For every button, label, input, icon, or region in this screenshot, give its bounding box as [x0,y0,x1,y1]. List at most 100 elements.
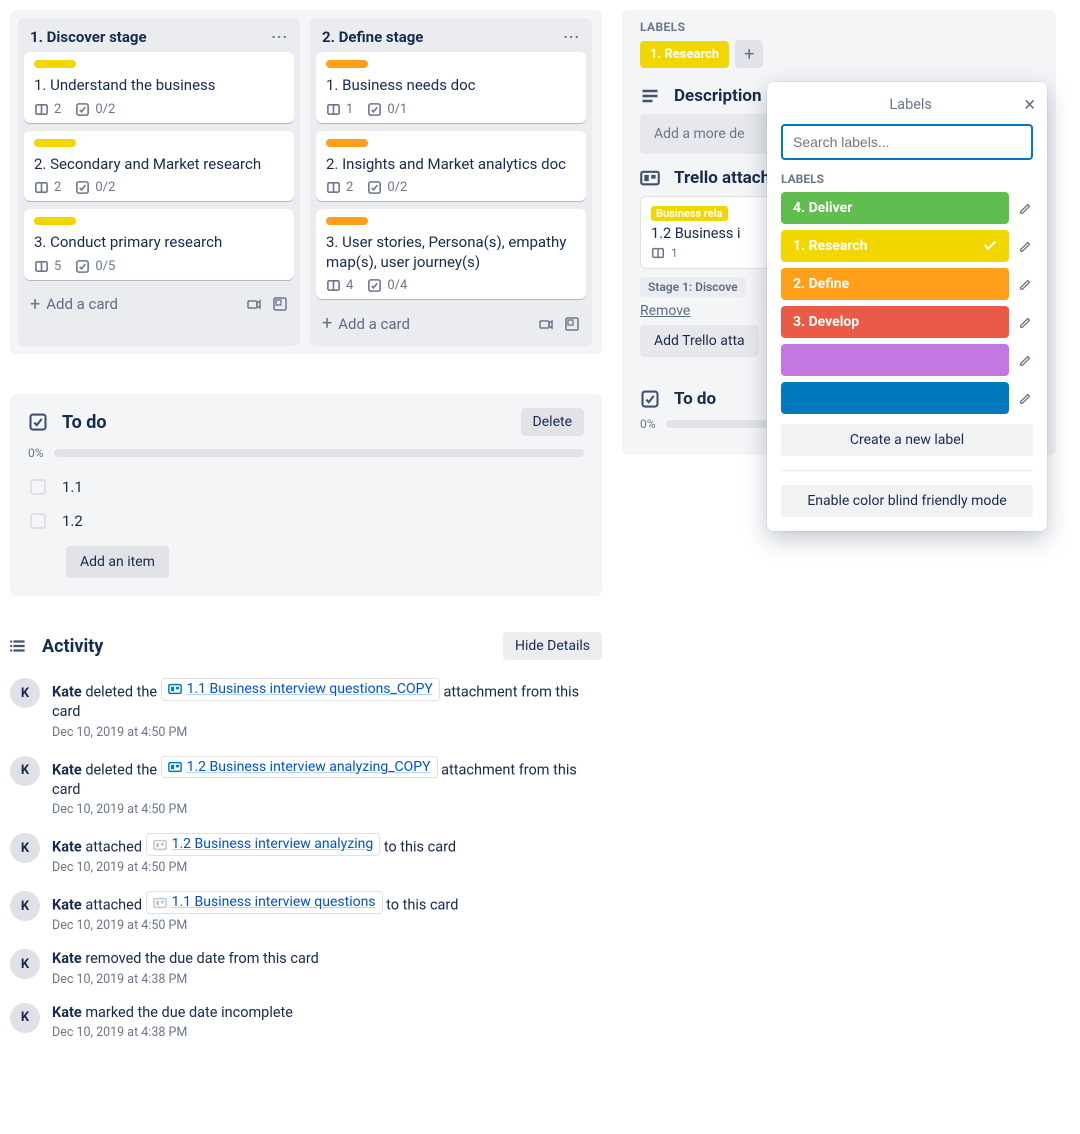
card[interactable]: 1. Business needs doc 1 0/1 [316,52,586,123]
attachment-pill[interactable]: 1.2 Business interview analyzing [146,833,381,856]
label-option[interactable] [781,382,1009,414]
template-icon[interactable] [272,296,288,312]
activity-item: K Kate removed the due date from this ca… [10,949,602,987]
stage-chip[interactable]: Stage 1: Discove [640,277,746,297]
activity-user[interactable]: Kate [52,761,82,778]
activity-user[interactable]: Kate [52,897,82,914]
activity-time: Dec 10, 2019 at 4:50 PM [52,725,602,740]
activity-item: K Kate attached 1.1 Business interview q… [10,891,602,933]
checklist-item-label: 1.2 [62,512,83,530]
avatar[interactable]: K [10,949,40,979]
camera-icon[interactable] [246,296,262,312]
checklist-badge: 0/5 [75,259,115,274]
template-icon[interactable] [564,316,580,332]
checklist-icon [28,412,48,432]
add-card-button[interactable]: Add a card [338,315,538,333]
pencil-icon[interactable] [1019,391,1033,405]
add-trello-attachment-button[interactable]: Add Trello atta [640,325,759,357]
avatar[interactable]: K [10,833,40,863]
card[interactable]: 1. Understand the business 2 0/2 [24,52,294,123]
label-option[interactable]: 2. Define [781,268,1009,300]
card-label-chip[interactable] [326,139,368,147]
card-label-chip[interactable] [34,60,76,68]
camera-icon[interactable] [538,316,554,332]
plus-icon: + [30,294,40,315]
label-name: 1. Research [793,238,867,254]
plus-icon: + [322,313,332,334]
avatar[interactable]: K [10,1003,40,1033]
checklist-item-label: 1.1 [62,478,83,496]
checklist-badge: 0/2 [367,180,407,195]
list-menu-icon[interactable]: ··· [563,28,580,46]
checkbox[interactable] [30,479,46,495]
label-option[interactable]: 3. Develop [781,306,1009,338]
label-option[interactable] [781,344,1009,376]
card-label-chip[interactable] [326,60,368,68]
list: 2. Define stage ··· 1. Business needs do… [310,18,592,346]
card-label-chip[interactable] [326,217,368,225]
label-name: 4. Deliver [793,200,852,216]
label-option[interactable]: 4. Deliver [781,192,1009,224]
attachments-badge: 1 [326,102,353,117]
label-option[interactable]: 1. Research [781,230,1009,262]
trello-card-icon [153,838,167,852]
list-menu-icon[interactable]: ··· [271,28,288,46]
activity-time: Dec 10, 2019 at 4:38 PM [52,1025,293,1040]
labels-popover: Labels × Labels 4. Deliver 1. Research 2… [767,82,1047,531]
attachments-badge: 2 [326,180,353,195]
search-labels-input[interactable] [781,124,1033,160]
avatar[interactable]: K [10,756,40,786]
delete-checklist-button[interactable]: Delete [521,408,584,436]
create-label-button[interactable]: Create a new label [781,424,1033,456]
add-card-button[interactable]: Add a card [46,295,246,313]
checklist-badge: 0/2 [75,102,115,117]
pencil-icon[interactable] [1019,201,1033,215]
card-label-chip[interactable] [34,139,76,147]
card-title: 2. Secondary and Market research [34,155,284,175]
attachment-pill[interactable]: 1.2 Business interview analyzing_COPY [161,756,438,779]
colorblind-mode-button[interactable]: Enable color blind friendly mode [781,485,1033,517]
list-title[interactable]: 2. Define stage [322,28,563,46]
attachments-badge: 5 [34,259,61,274]
checklist-item[interactable]: 1.2 [28,504,584,538]
remove-attachment-link[interactable]: Remove [640,303,690,319]
attachments-icon [640,168,660,188]
add-label-button[interactable]: + [735,40,763,68]
checkbox[interactable] [30,513,46,529]
avatar[interactable]: K [10,891,40,921]
pencil-icon[interactable] [1019,315,1033,329]
avatar[interactable]: K [10,678,40,708]
card[interactable]: 2. Insights and Market analytics doc 2 0… [316,131,586,202]
label-name: 3. Develop [793,314,859,330]
labels-heading: Labels [640,20,1038,34]
card[interactable]: 3. Conduct primary research 5 0/5 [24,209,294,280]
pencil-icon[interactable] [1019,353,1033,367]
activity-user[interactable]: Kate [52,1004,82,1021]
todo-percent: 0% [640,417,656,431]
card[interactable]: 2. Secondary and Market research 2 0/2 [24,131,294,202]
activity-time: Dec 10, 2019 at 4:38 PM [52,972,319,987]
card-title: 3. Conduct primary research [34,233,284,253]
card-label-chip[interactable] [34,217,76,225]
attachment-pill[interactable]: 1.1 Business interview questions [146,891,383,914]
activity-section: Activity Hide Details K Kate deleted the… [10,632,602,1076]
activity-user[interactable]: Kate [52,950,82,967]
hide-details-button[interactable]: Hide Details [503,632,602,660]
activity-item: K Kate marked the due date incomplete De… [10,1003,602,1041]
list-title[interactable]: 1. Discover stage [30,28,271,46]
attachment-pill[interactable]: 1.1 Business interview questions_COPY [161,678,440,701]
checklist-badge: 0/2 [75,180,115,195]
label-research[interactable]: 1. Research [640,41,729,68]
close-icon[interactable]: × [1024,94,1035,114]
activity-time: Dec 10, 2019 at 4:50 PM [52,918,458,933]
add-checklist-item-button[interactable]: Add an item [66,546,169,578]
pencil-icon[interactable] [1019,277,1033,291]
description-icon [640,86,660,106]
checklist-item[interactable]: 1.1 [28,470,584,504]
card[interactable]: 3. User stories, Persona(s), empathy map… [316,209,586,299]
trello-card-icon [168,682,182,696]
activity-user[interactable]: Kate [52,839,82,856]
pencil-icon[interactable] [1019,239,1033,253]
checklist-section: To do Delete 0% 1.11.2 Add an item [10,394,602,596]
activity-user[interactable]: Kate [52,683,82,700]
